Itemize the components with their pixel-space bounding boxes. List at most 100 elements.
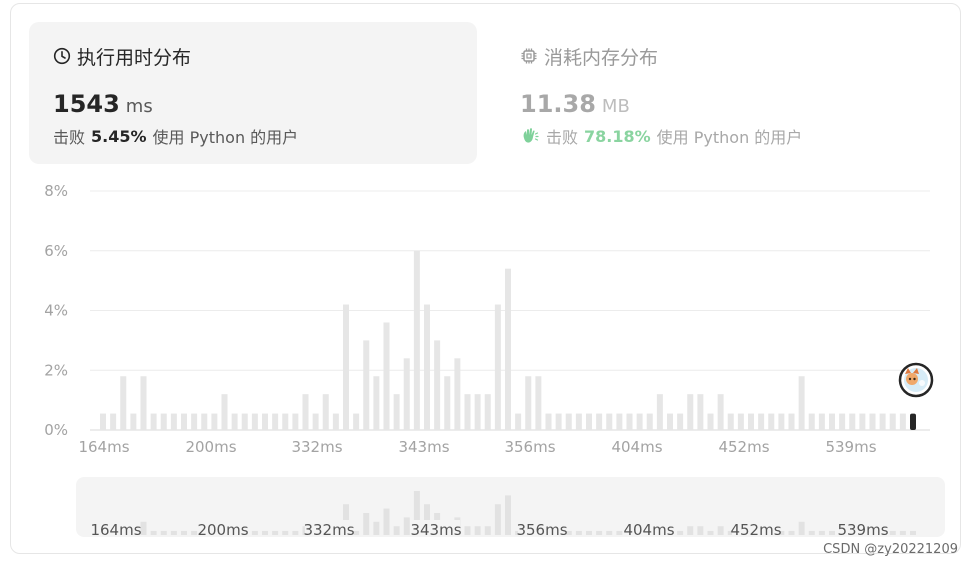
bar[interactable] <box>150 413 157 430</box>
overview-tick-label: 164ms <box>90 521 141 539</box>
bar[interactable] <box>474 394 481 430</box>
bar[interactable] <box>231 413 238 430</box>
overview-bar <box>818 530 825 535</box>
bar[interactable] <box>494 304 501 430</box>
bar[interactable] <box>849 413 856 430</box>
bar[interactable] <box>727 413 734 430</box>
bar[interactable] <box>393 394 400 430</box>
bar[interactable] <box>646 413 653 430</box>
bar[interactable] <box>737 413 744 430</box>
bar[interactable] <box>879 413 886 430</box>
bar[interactable] <box>272 413 279 430</box>
bar[interactable] <box>484 394 491 430</box>
bar[interactable] <box>454 358 461 430</box>
bar[interactable] <box>373 376 380 430</box>
bar[interactable] <box>656 394 663 430</box>
overview-bar <box>272 530 279 535</box>
bar[interactable] <box>899 413 906 430</box>
bar[interactable] <box>525 376 532 430</box>
bar[interactable] <box>748 413 754 430</box>
bar[interactable] <box>778 413 785 430</box>
bar[interactable] <box>282 413 289 430</box>
bar[interactable] <box>859 413 866 430</box>
bar[interactable] <box>798 376 805 430</box>
bar[interactable] <box>312 413 319 430</box>
bar[interactable] <box>697 394 704 430</box>
bar[interactable] <box>869 413 876 430</box>
bar[interactable] <box>424 304 430 430</box>
bar[interactable] <box>170 413 177 430</box>
overview-bar <box>494 504 501 535</box>
bar[interactable] <box>565 413 572 430</box>
bar[interactable] <box>788 413 795 430</box>
y-axis-ticks: 0% 2% 4% 6% 8% <box>44 182 68 439</box>
bar[interactable] <box>413 250 420 430</box>
bar[interactable] <box>586 413 592 430</box>
bar[interactable] <box>241 413 248 430</box>
bar[interactable] <box>667 413 673 430</box>
overview-bar <box>150 530 157 535</box>
bar[interactable] <box>160 413 167 430</box>
bar[interactable] <box>120 376 127 430</box>
bar[interactable] <box>201 413 208 430</box>
overview-bar <box>717 526 724 535</box>
bar[interactable] <box>434 340 441 430</box>
bar[interactable] <box>545 413 552 430</box>
bar[interactable] <box>626 413 633 430</box>
bar[interactable] <box>251 413 258 430</box>
overview-bar <box>191 530 198 535</box>
bar[interactable] <box>181 413 187 430</box>
bar[interactable] <box>818 413 825 430</box>
bar[interactable] <box>322 394 329 430</box>
bar[interactable] <box>211 413 218 430</box>
bar[interactable] <box>687 394 694 430</box>
bar[interactable] <box>535 376 542 430</box>
avatar-marker[interactable] <box>898 362 934 398</box>
bar[interactable] <box>332 413 339 430</box>
bar[interactable] <box>758 413 765 430</box>
bar[interactable] <box>363 340 370 430</box>
bar[interactable] <box>444 376 451 430</box>
bar[interactable] <box>505 268 511 430</box>
bar[interactable] <box>262 413 268 430</box>
bar[interactable] <box>808 413 815 430</box>
bar[interactable] <box>677 413 684 430</box>
overview-bar <box>292 530 299 535</box>
overview-bar <box>677 530 684 535</box>
bar[interactable] <box>302 394 309 430</box>
bar[interactable] <box>616 413 623 430</box>
overview-bar <box>707 530 714 535</box>
bar[interactable] <box>100 413 106 430</box>
chart-overview-navigator[interactable]: 164ms 200ms 332ms 343ms 356ms 404ms 452ms 539ms <box>76 477 945 539</box>
x-tick-label: 452ms <box>718 438 769 456</box>
bar[interactable] <box>596 413 603 430</box>
overview-tick-label: 404ms <box>623 521 674 539</box>
bar[interactable] <box>110 413 117 430</box>
bar[interactable] <box>839 413 846 430</box>
bar[interactable] <box>717 394 724 430</box>
bar[interactable] <box>768 413 775 430</box>
overview-bar <box>464 526 471 535</box>
bar[interactable] <box>889 413 896 430</box>
bar[interactable] <box>353 413 360 430</box>
bar[interactable] <box>140 376 147 430</box>
bar[interactable] <box>555 413 562 430</box>
bar[interactable] <box>707 413 714 430</box>
bar[interactable] <box>130 413 137 430</box>
bar[interactable] <box>343 304 349 430</box>
bar[interactable] <box>292 413 299 430</box>
bar[interactable] <box>221 394 228 430</box>
bar[interactable] <box>383 322 390 430</box>
bar[interactable] <box>464 394 471 430</box>
bar[interactable] <box>403 358 410 430</box>
bar[interactable] <box>575 413 582 430</box>
bar[interactable] <box>191 413 198 430</box>
bar-current[interactable] <box>910 413 916 430</box>
bar[interactable] <box>606 413 613 430</box>
bar[interactable] <box>515 413 522 430</box>
overview-bar <box>697 526 704 535</box>
bar[interactable] <box>636 413 643 430</box>
runtime-distribution-chart[interactable]: 0% 2% 4% 6% 8% 164ms 200ms 332ms 343ms 356ms 404m… <box>0 0 972 568</box>
bar[interactable] <box>829 413 835 430</box>
overview-bar <box>910 530 916 535</box>
